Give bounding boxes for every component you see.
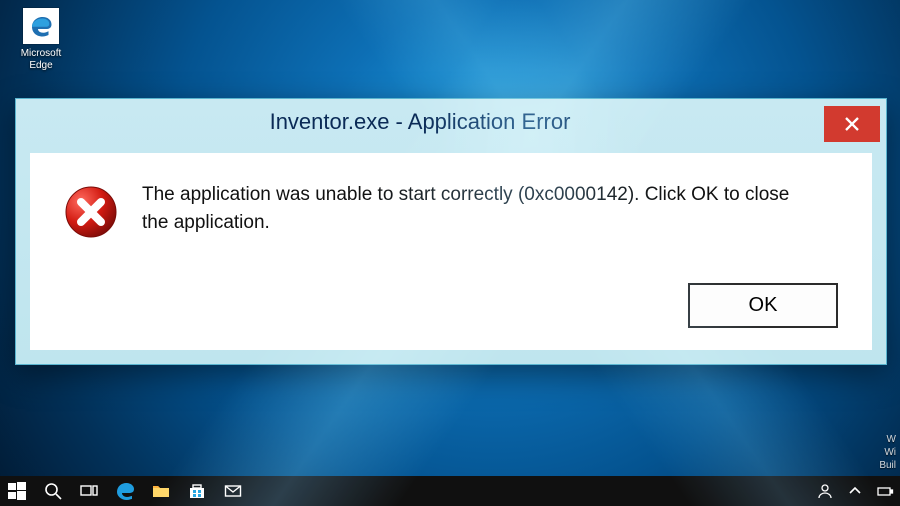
tray-people[interactable] xyxy=(816,480,834,502)
dialog-title: Inventor.exe - Application Error xyxy=(16,109,824,135)
dialog-titlebar[interactable]: Inventor.exe - Application Error xyxy=(16,99,886,145)
taskbar-mail[interactable] xyxy=(222,480,244,502)
desktop-icon-edge[interactable]: MicrosoftEdge xyxy=(12,8,70,72)
close-icon xyxy=(844,116,860,132)
tray-battery[interactable] xyxy=(876,480,894,502)
mail-icon xyxy=(224,482,242,500)
taskbar-explorer[interactable] xyxy=(150,480,172,502)
desktop-icon-label: MicrosoftEdge xyxy=(12,48,70,72)
battery-icon xyxy=(876,482,894,500)
edge-icon xyxy=(23,8,59,44)
start-button[interactable] xyxy=(6,480,28,502)
error-dialog: Inventor.exe - Application Error xyxy=(15,98,887,365)
watermark-text: W Wi Buil xyxy=(879,433,896,472)
tray-chevron[interactable] xyxy=(846,480,864,502)
edge-icon xyxy=(116,482,134,500)
store-icon xyxy=(188,482,206,500)
ok-button[interactable]: OK xyxy=(688,283,838,328)
search-icon xyxy=(44,482,62,500)
taskview-icon xyxy=(80,482,98,500)
desktop-background: MicrosoftEdge Inventor.exe - Application… xyxy=(0,0,900,506)
taskbar xyxy=(0,476,900,506)
error-icon xyxy=(64,185,118,239)
chevron-up-icon xyxy=(846,482,864,500)
close-button[interactable] xyxy=(824,106,880,142)
dialog-body: The application was unable to start corr… xyxy=(30,153,872,350)
taskview-button[interactable] xyxy=(78,480,100,502)
windows-icon xyxy=(8,482,26,500)
people-icon xyxy=(816,482,834,500)
taskbar-edge[interactable] xyxy=(114,480,136,502)
folder-icon xyxy=(152,482,170,500)
taskbar-store[interactable] xyxy=(186,480,208,502)
dialog-message: The application was unable to start corr… xyxy=(142,181,802,237)
search-button[interactable] xyxy=(42,480,64,502)
